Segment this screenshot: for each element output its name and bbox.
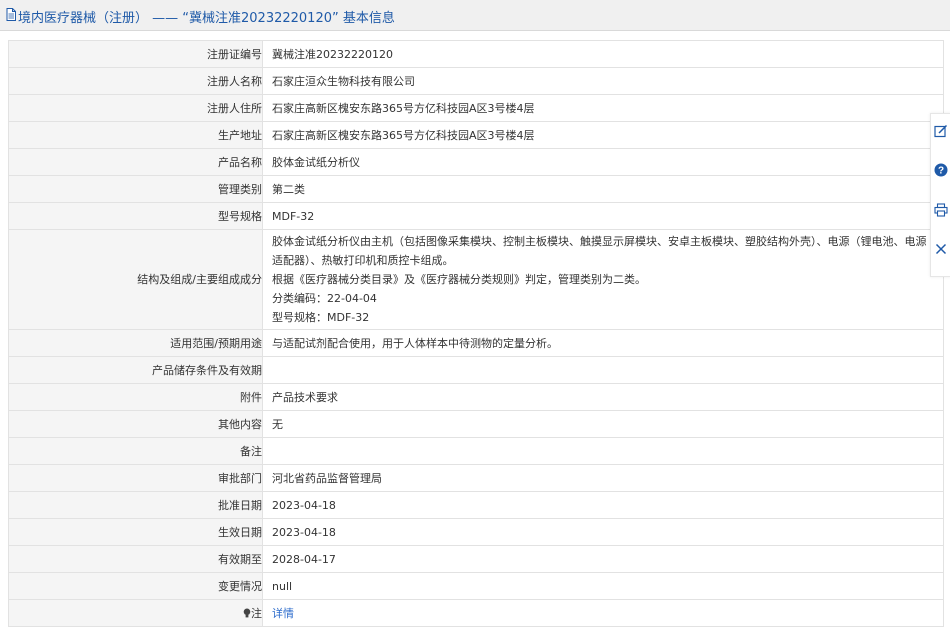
- row-value: 石家庄高新区槐安东路365号方亿科技园A区3号楼4层: [262, 121, 944, 149]
- row-label: 附件: [8, 383, 263, 411]
- svg-text:?: ?: [938, 166, 944, 177]
- edit-icon[interactable]: [934, 124, 948, 138]
- row-value: 冀械注准20232220120: [262, 40, 944, 68]
- table-row: 产品名称 胶体金试纸分析仪: [8, 148, 944, 176]
- row-value: [262, 356, 944, 384]
- table-row: 注 详情: [8, 599, 944, 627]
- page-header: 境内医疗器械（注册） —— “冀械注准20232220120” 基本信息: [0, 0, 950, 31]
- row-label: 注册人名称: [8, 67, 263, 95]
- row-label: 适用范围/预期用途: [8, 329, 263, 357]
- table-row: 有效期至 2028-04-17: [8, 545, 944, 573]
- structure-line: 分类编码：22-04-04: [272, 292, 377, 305]
- table-row: 批准日期 2023-04-18: [8, 491, 944, 519]
- row-label: 产品储存条件及有效期: [8, 356, 263, 384]
- row-label: 备注: [8, 437, 263, 465]
- side-toolbar: ?: [930, 113, 950, 277]
- row-value: 无: [262, 410, 944, 438]
- page-title: 境内医疗器械（注册） —— “冀械注准20232220120” 基本信息: [18, 11, 395, 26]
- row-value: 2023-04-18: [262, 491, 944, 519]
- table-row: 生产地址 石家庄高新区槐安东路365号方亿科技园A区3号楼4层: [8, 121, 944, 149]
- row-label: 生效日期: [8, 518, 263, 546]
- row-label: 注册证编号: [8, 40, 263, 68]
- row-value: 胶体金试纸分析仪由主机（包括图像采集模块、控制主板模块、触摸显示屏模块、安卓主板…: [262, 229, 944, 330]
- document-icon: [6, 8, 16, 21]
- row-value: 第二类: [262, 175, 944, 203]
- table-row: 注册人名称 石家庄洹众生物科技有限公司: [8, 67, 944, 95]
- row-label: 注册人住所: [8, 94, 263, 122]
- note-label: 注: [251, 606, 262, 620]
- table-row: 备注: [8, 437, 944, 465]
- table-row: 其他内容 无: [8, 410, 944, 438]
- row-value: 石家庄洹众生物科技有限公司: [262, 67, 944, 95]
- row-value: 胶体金试纸分析仪: [262, 148, 944, 176]
- table-row: 注册人住所 石家庄高新区槐安东路365号方亿科技园A区3号楼4层: [8, 94, 944, 122]
- row-value: 详情: [262, 599, 944, 627]
- table-row: 产品储存条件及有效期: [8, 356, 944, 384]
- table-row: 型号规格 MDF-32: [8, 202, 944, 230]
- table-row: 生效日期 2023-04-18: [8, 518, 944, 546]
- row-label: 注: [8, 599, 263, 627]
- details-link[interactable]: 详情: [272, 607, 294, 620]
- row-label: 其他内容: [8, 410, 263, 438]
- row-label: 结构及组成/主要组成成分: [8, 229, 263, 330]
- row-value: MDF-32: [262, 202, 944, 230]
- row-label: 变更情况: [8, 572, 263, 600]
- row-value: 河北省药品监督管理局: [262, 464, 944, 492]
- row-value: 产品技术要求: [262, 383, 944, 411]
- row-value: 2028-04-17: [262, 545, 944, 573]
- row-label: 审批部门: [8, 464, 263, 492]
- row-label: 生产地址: [8, 121, 263, 149]
- structure-line: 胶体金试纸分析仪由主机（包括图像采集模块、控制主板模块、触摸显示屏模块、安卓主板…: [272, 235, 927, 267]
- table-row: 变更情况 null: [8, 572, 944, 600]
- row-label: 有效期至: [8, 545, 263, 573]
- print-icon[interactable]: [934, 203, 948, 217]
- row-label: 产品名称: [8, 148, 263, 176]
- table-row: 适用范围/预期用途 与适配试剂配合使用，用于人体样本中待测物的定量分析。: [8, 329, 944, 357]
- table-row: 附件 产品技术要求: [8, 383, 944, 411]
- table-row: 审批部门 河北省药品监督管理局: [8, 464, 944, 492]
- row-value: 与适配试剂配合使用，用于人体样本中待测物的定量分析。: [262, 329, 944, 357]
- structure-line: 型号规格：MDF-32: [272, 311, 370, 324]
- row-value: 石家庄高新区槐安东路365号方亿科技园A区3号楼4层: [262, 94, 944, 122]
- row-label: 型号规格: [8, 202, 263, 230]
- row-value: 2023-04-18: [262, 518, 944, 546]
- row-value: null: [262, 572, 944, 600]
- table-row: 管理类别 第二类: [8, 175, 944, 203]
- bulb-icon: [243, 608, 251, 617]
- row-label: 批准日期: [8, 491, 263, 519]
- row-label: 管理类别: [8, 175, 263, 203]
- table-row: 结构及组成/主要组成成分 胶体金试纸分析仪由主机（包括图像采集模块、控制主板模块…: [8, 229, 944, 330]
- help-icon[interactable]: ?: [934, 163, 948, 177]
- row-value: [262, 437, 944, 465]
- info-table: 注册证编号 冀械注准20232220120 注册人名称 石家庄洹众生物科技有限公…: [8, 40, 944, 627]
- close-icon[interactable]: [934, 242, 948, 256]
- structure-line: 根据《医疗器械分类目录》及《医疗器械分类规则》判定，管理类别为二类。: [272, 273, 646, 286]
- table-row: 注册证编号 冀械注准20232220120: [8, 40, 944, 68]
